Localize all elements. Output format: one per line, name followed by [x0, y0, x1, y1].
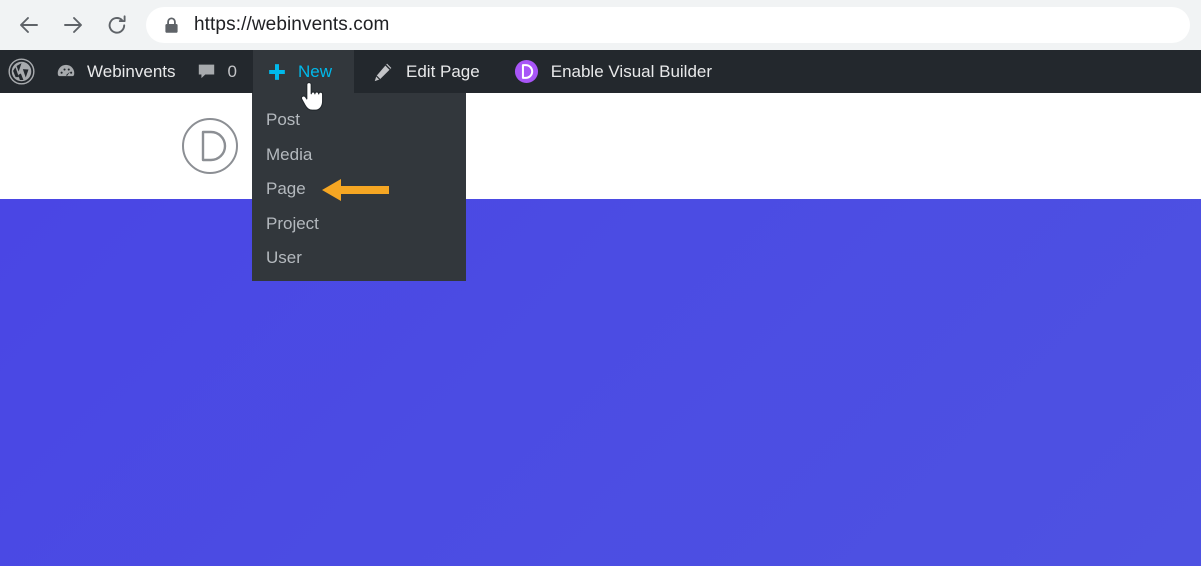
- pencil-icon: [372, 61, 394, 83]
- adminbar-comments-count: 0: [227, 62, 237, 81]
- address-bar-url[interactable]: https://webinvents.com: [194, 14, 389, 36]
- dropdown-item-page-label: Page: [266, 179, 306, 199]
- arrow-left-icon: [17, 13, 41, 37]
- arrow-right-icon: [61, 13, 85, 37]
- wordpress-icon: [8, 58, 35, 85]
- adminbar-comments[interactable]: 0: [188, 50, 253, 93]
- site-hero-section: [0, 199, 1201, 566]
- dropdown-item-user[interactable]: User: [252, 241, 466, 276]
- reload-icon: [105, 13, 129, 37]
- dropdown-item-project-label: Project: [266, 213, 319, 233]
- address-bar[interactable]: https://webinvents.com: [146, 7, 1190, 43]
- dropdown-item-post[interactable]: Post: [252, 103, 466, 138]
- adminbar-edit-page[interactable]: Edit Page: [354, 50, 498, 93]
- browser-toolbar: https://webinvents.com: [0, 0, 1201, 50]
- forward-button[interactable]: [54, 6, 92, 44]
- browser-window: https://webinvents.com Webinvents 0 New …: [0, 0, 1201, 566]
- back-button[interactable]: [10, 6, 48, 44]
- plus-icon: [267, 62, 287, 82]
- adminbar-site-name-label: Webinvents: [87, 62, 176, 81]
- dropdown-item-project[interactable]: Project: [252, 207, 466, 242]
- dropdown-item-media-label: Media: [266, 144, 313, 164]
- adminbar-new-label: New: [297, 62, 332, 81]
- wordpress-admin-bar: Webinvents 0 New Edit Page Enable Visual…: [0, 50, 1201, 93]
- divi-circle-d-logo-icon[interactable]: [181, 117, 239, 175]
- adminbar-enable-visual-builder-label: Enable Visual Builder: [550, 62, 713, 81]
- adminbar-edit-page-label: Edit Page: [406, 62, 480, 81]
- lock-icon: [162, 16, 180, 34]
- adminbar-site-name[interactable]: Webinvents: [49, 50, 188, 93]
- adminbar-enable-visual-builder[interactable]: Enable Visual Builder: [498, 50, 728, 93]
- reload-button[interactable]: [98, 6, 136, 44]
- dropdown-item-media[interactable]: Media: [252, 138, 466, 173]
- comment-bubble-icon: [196, 61, 217, 82]
- pointing-hand-cursor-icon: [298, 80, 328, 116]
- arrow-left-annotation-icon: [322, 176, 390, 204]
- divi-d-icon: [514, 59, 539, 84]
- dropdown-item-user-label: User: [266, 248, 302, 268]
- dropdown-item-post-label: Post: [266, 110, 301, 130]
- adminbar-wordpress-logo[interactable]: [0, 50, 49, 93]
- dashboard-speedometer-icon: [55, 61, 77, 83]
